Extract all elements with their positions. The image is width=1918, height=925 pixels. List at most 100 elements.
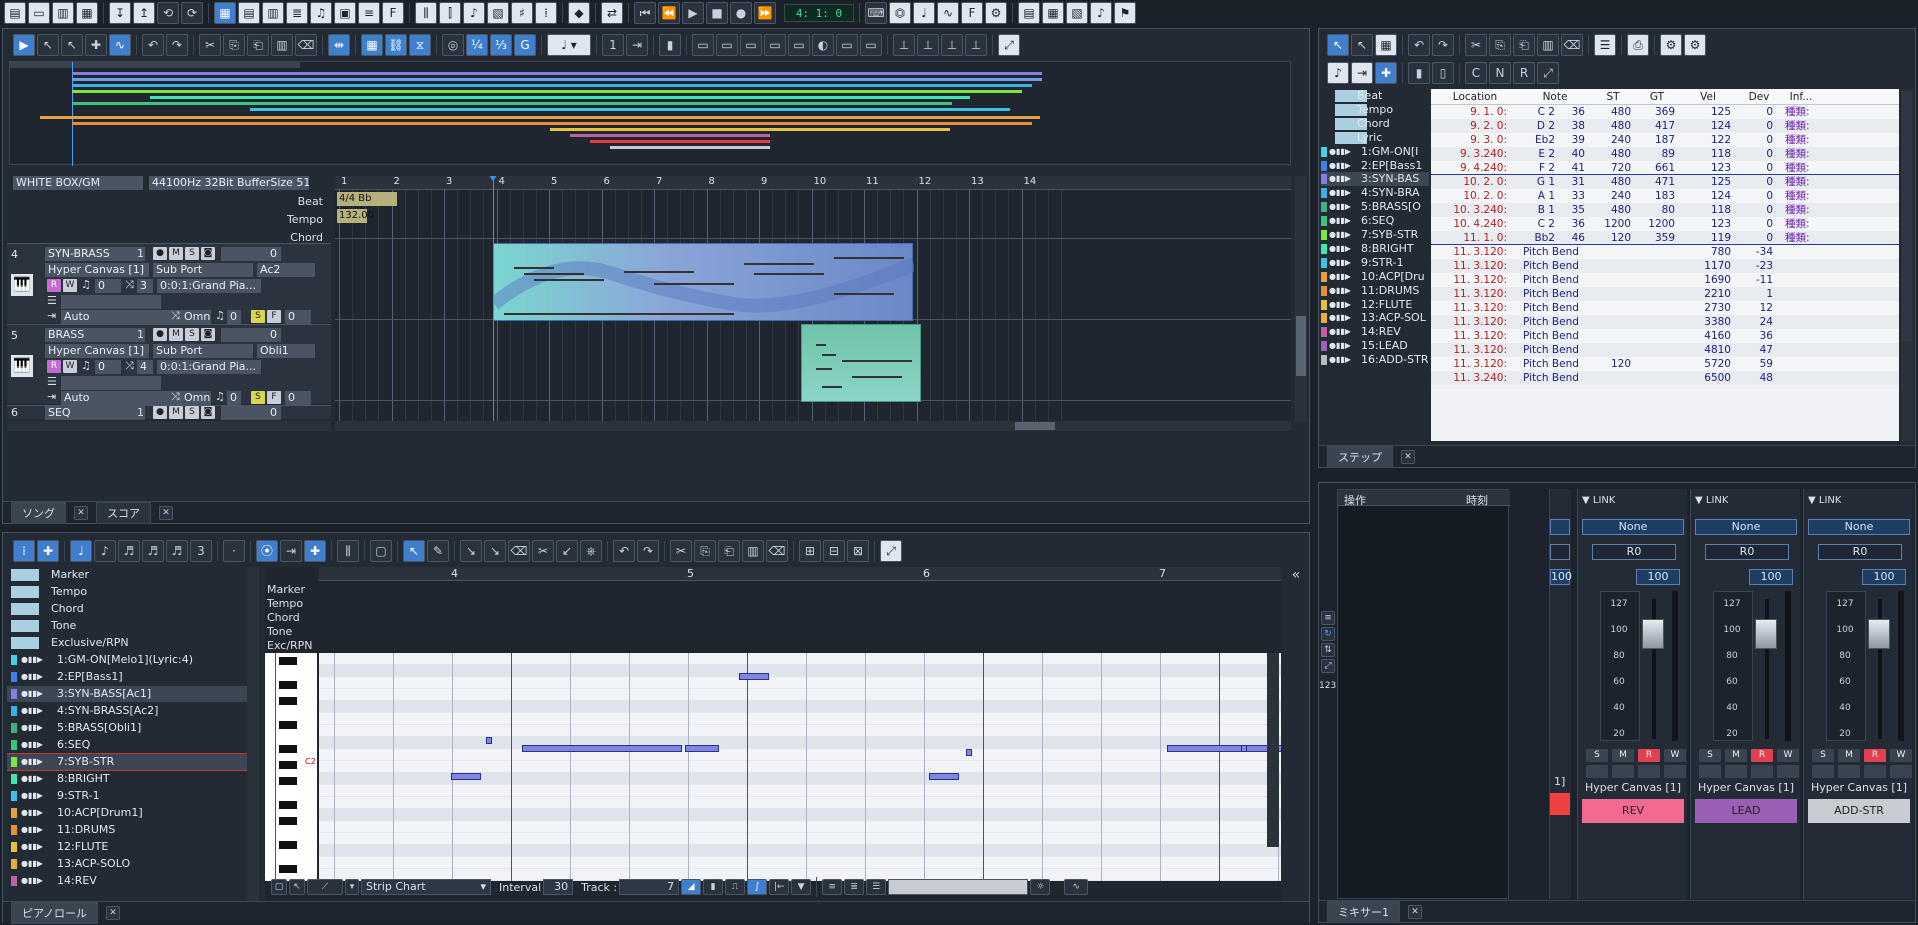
track-controls-icon[interactable]: ●▮▮▶ [1329,159,1351,173]
redo-icon[interactable]: ↷ [637,540,659,562]
track-header-5[interactable]: 5 🎹 BRASS 1 ● M S ◙ 0 Hyper Canvas [1] S… [7,324,331,405]
target-icon[interactable]: ◎ [442,34,464,56]
redo-hist-icon[interactable]: ⟳ [181,2,203,24]
clip-brass[interactable] [801,324,921,402]
step-col-header[interactable]: Note [1519,90,1591,104]
collapse-icon[interactable]: « [1285,567,1307,587]
next-icon[interactable]: ⇥ [1351,62,1373,84]
ramp-icon[interactable]: ◢ [681,879,702,895]
cut-icon[interactable]: ✂ [199,34,221,56]
quantize-fraction-icon[interactable]: ¼ [466,34,488,56]
letter-c-button[interactable]: C [1465,62,1487,84]
track-controls-icon[interactable]: ●▮▮▶ [1329,270,1351,284]
tool-b-icon[interactable]: ▭ [716,34,738,56]
step-track-item[interactable]: ●▮▮▶ 1:GM-ON[I [1321,145,1429,159]
undo-icon[interactable]: ↶ [142,34,164,56]
score-icon[interactable]: ♫ [310,2,332,24]
fsf2-icon[interactable]: F [961,2,983,24]
record-arm-button[interactable]: ● [153,328,167,341]
step-track-item[interactable]: ●▮▮▶ 9:STR-1 [1321,256,1429,270]
step-track-item[interactable]: ●▮▮▶ 16:ADD-STR [1321,353,1429,367]
song-timeline[interactable]: 1234567891011121314 4/4 Bb Major 132.00 [335,176,1291,422]
metronome-icon[interactable]: ⏣ [889,2,911,24]
dash2-icon[interactable]: ▯ [1432,62,1454,84]
device-field[interactable]: WHITE BOX/GM [13,176,143,190]
solo-button[interactable]: S [185,328,199,341]
volume-value[interactable]: 100 [1749,569,1793,585]
letter-n-button[interactable]: N [1489,62,1511,84]
new-file-icon[interactable]: ▤ [4,2,26,24]
loop-icon[interactable]: ⇄ [601,2,623,24]
step-row[interactable]: 9. 1. 0: C 2 36 480 369 125 0 種類: [1431,105,1899,119]
piano-roll-area[interactable]: 4 5 6 7 Marker Tempo Chord Tone Exc/RPN C2 [265,567,1281,901]
step-col-header[interactable]: Dev [1737,90,1781,104]
record-icon[interactable]: ● [730,2,752,24]
m-button[interactable]: M [1838,749,1860,762]
note-icon[interactable]: ♪ [1327,62,1349,84]
sixteenth-icon[interactable]: ♬ [118,540,140,562]
track-controls-icon[interactable]: ●▮▮▶ [21,686,43,702]
link-label[interactable]: ▼ LINK [1808,495,1841,506]
step-track-item[interactable]: ●▮▮▶ 6:SEQ [1321,214,1429,228]
erase-icon[interactable]: ⌫ [766,540,788,562]
pan-button[interactable]: R0 [1705,544,1789,560]
track-omni[interactable]: Omni [181,310,211,324]
eighth-icon[interactable]: ♪ [94,540,116,562]
sun-icon[interactable]: ☼ [1030,879,1051,895]
export-icon[interactable]: ↥ [133,2,155,24]
tool-a-icon[interactable]: ▭ [692,34,714,56]
layout1-icon[interactable]: ▤ [1018,2,1040,24]
filter-icon[interactable]: ▼ [791,879,812,895]
step-row[interactable]: 10. 4.240: C 2 36 1200 1200 123 0 種類: [1431,217,1899,231]
undo-icon[interactable]: ↶ [613,540,635,562]
print-icon[interactable]: ⎙ [1627,34,1649,56]
position-display[interactable]: 4: 1: 0 [784,4,854,22]
w-button[interactable]: W [1777,749,1799,762]
list3-icon[interactable]: ☰ [866,879,887,895]
track-header-4[interactable]: 4 🎹 SYN-BRASS 1 ● M S ◙ 0 Hyper Canvas [… [7,243,331,324]
s-button[interactable]: S [251,391,265,404]
mute-button[interactable]: M [169,247,183,260]
strip-name[interactable]: REV [1582,799,1684,823]
step-row[interactable]: 11. 3.120: Pitch Bend 120 5720 59 [1431,357,1899,371]
track-input[interactable]: Auto [61,391,181,405]
track-transpose[interactable]: 3 [137,279,153,293]
undo-hist-icon[interactable]: ⟲ [157,2,179,24]
volume-value[interactable]: 100 [1862,569,1906,585]
track-program[interactable]: 0:0:1:Grand Pia... [157,279,261,293]
tool-e-icon[interactable]: ▭ [788,34,810,56]
track-volume[interactable]: 0 [221,247,281,261]
tab-song[interactable]: ソング [11,501,66,524]
partial-value[interactable]: 100 [1550,569,1572,585]
expand-icon[interactable]: ⤢ [880,540,902,562]
monitor-button[interactable]: ◙ [201,406,215,419]
tab-score[interactable]: スコア [96,501,151,524]
m-button[interactable]: M [1725,749,1747,762]
cursor-icon[interactable]: ↖ [289,879,305,895]
note-block[interactable] [929,773,959,780]
step-track-item[interactable]: ●▮▮▶ 10:ACP[Dru [1321,270,1429,284]
track-controls-icon[interactable]: ●▮▮▶ [1329,214,1351,228]
piano-track-item[interactable]: ●▮▮▶ 13:ACP-SOLO [7,856,247,872]
track-view-icon[interactable]: ▤ [238,2,260,24]
toggle-icon[interactable]: ▮ [659,34,681,56]
track-controls-icon[interactable]: ●▮▮▶ [1329,339,1351,353]
tool-f-icon[interactable]: ◐ [812,34,834,56]
piano-grid[interactable]: C2 [265,653,1281,881]
chord-icon[interactable]: ♯ [511,2,533,24]
piano-track-item[interactable]: ●▮▮▶ 5:BRASS[Obli1] [7,720,247,736]
step-row[interactable]: 11. 3.120: Pitch Bend 4160 36 [1431,329,1899,343]
close-icon[interactable]: ✕ [159,505,173,520]
track-icon[interactable]: 1 [602,34,624,56]
quantize-icon[interactable]: ⁞ [535,2,557,24]
paste-icon[interactable]: ⎗ [1513,34,1535,56]
step-row[interactable]: 10. 3.240: B 1 35 480 80 118 0 種類: [1431,203,1899,217]
delete-icon[interactable]: ▥ [271,34,293,56]
step-row[interactable]: 11. 3.240: Pitch Bend 6500 48 [1431,371,1899,385]
tab-step[interactable]: ステップ [1327,445,1393,468]
letter-r-button[interactable]: R [1513,62,1535,84]
lyric-icon[interactable]: ≡ [358,2,380,24]
goto-icon[interactable]: |← [769,879,790,895]
event-list-icon[interactable]: ≣ [286,2,308,24]
track-controls-icon[interactable]: ●▮▮▶ [21,839,43,855]
